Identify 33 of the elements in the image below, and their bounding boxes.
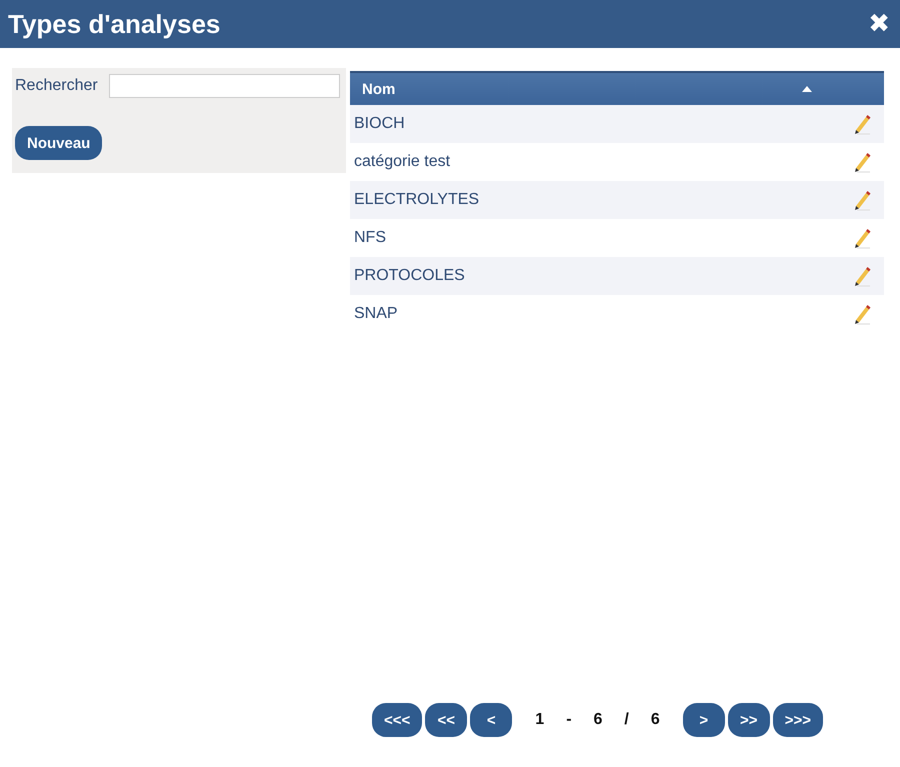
page-range: -: [566, 711, 572, 729]
page-range: 6: [594, 711, 602, 729]
next-pages-button[interactable]: >>: [728, 703, 770, 737]
search-label: Rechercher: [15, 77, 98, 95]
pencil-icon[interactable]: [852, 227, 872, 249]
table-cell: NFS: [354, 229, 386, 247]
first-page-button[interactable]: <<<: [372, 703, 422, 737]
page-range: 1: [535, 711, 544, 729]
table-header[interactable]: Nom: [350, 71, 884, 105]
table-row[interactable]: ELECTROLYTES: [350, 181, 884, 219]
pencil-icon[interactable]: [852, 189, 872, 211]
column-header: Nom: [362, 80, 396, 98]
pencil-icon[interactable]: [852, 303, 872, 325]
table-row[interactable]: PROTOCOLES: [350, 257, 884, 295]
table-cell: ELECTROLYTES: [354, 191, 480, 209]
pencil-icon[interactable]: [852, 113, 872, 135]
table-cell: catégorie test: [354, 153, 450, 171]
table-cell: SNAP: [354, 305, 398, 323]
previous-button[interactable]: <: [470, 703, 512, 737]
next-button[interactable]: >: [682, 703, 725, 737]
last-page-button[interactable]: >>>: [772, 703, 824, 737]
page-range: /: [624, 711, 629, 729]
search-field[interactable]: [108, 74, 340, 98]
new-button[interactable]: Nouveau: [15, 126, 102, 160]
pencil-icon[interactable]: [852, 151, 872, 173]
table-row[interactable]: BIOCH: [350, 105, 884, 143]
previous-pages-button[interactable]: <<: [425, 703, 468, 737]
close-button[interactable]: ✖: [866, 9, 892, 39]
table-cell: BIOCH: [354, 115, 405, 133]
pencil-icon[interactable]: [852, 265, 872, 287]
page-range: 6: [650, 711, 660, 729]
table-cell: PROTOCOLES: [354, 267, 465, 285]
window-title: Types d'analyses: [8, 8, 220, 40]
